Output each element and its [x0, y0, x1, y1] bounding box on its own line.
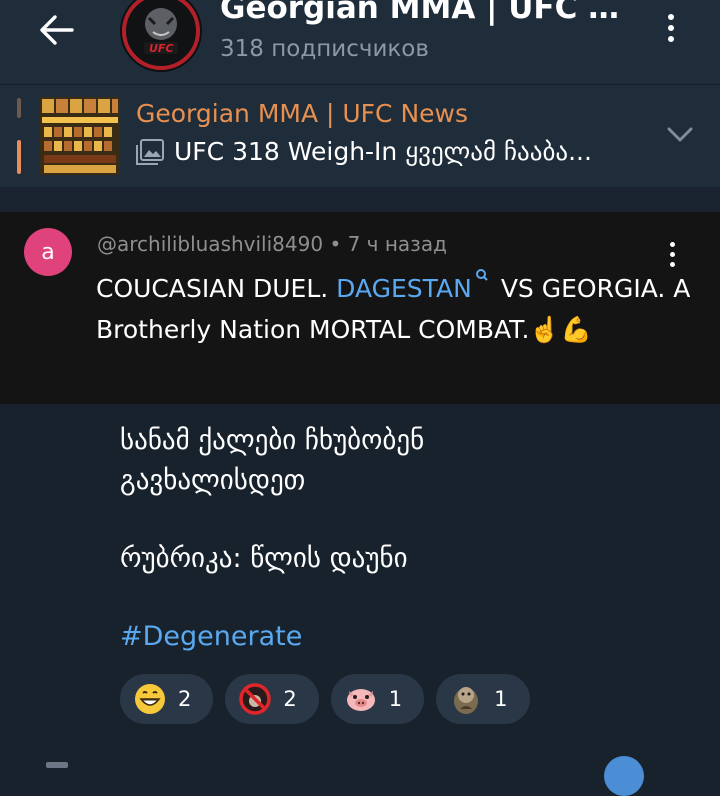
pinned-text: UFC 318 Weigh-In ყველამ ჩააბა...: [136, 137, 636, 166]
kebab-dot-icon: [668, 14, 674, 20]
reaction-count: 2: [283, 687, 297, 711]
reaction-count: 2: [178, 687, 192, 711]
channel-logo-icon: [121, 0, 201, 71]
meta-separator: •: [329, 232, 348, 256]
kebab-dot-icon: [669, 241, 675, 247]
subscriber-count: 318 подписчиков: [220, 36, 429, 62]
reaction-count: 1: [388, 687, 403, 711]
reaction-no-sign[interactable]: 2: [225, 674, 319, 724]
post-line-1: სანამ ქალები ჩხუბობენ: [120, 425, 425, 456]
kebab-dot-icon: [669, 251, 675, 257]
comment-options-button[interactable]: [658, 236, 686, 272]
comment-text-part1: COUCASIAN DUEL.: [96, 274, 329, 303]
pinned-message-bar[interactable]: Georgian MMA | UFC News UFC 318 Weigh-In…: [0, 85, 720, 188]
back-arrow-icon: [40, 15, 74, 45]
fight-card-image-icon: [40, 97, 120, 175]
reaction-count: 1: [494, 687, 508, 711]
chevron-down-icon: [667, 127, 693, 142]
comment-block: a @archilibluashvili8490 • 7 ч назад COU…: [0, 212, 720, 404]
post-hashtag[interactable]: #Degenerate: [120, 617, 680, 657]
comment-link-label[interactable]: DAGESTAN: [336, 274, 472, 303]
comment-author[interactable]: @archilibluashvili8490: [97, 232, 323, 256]
search-icon: [475, 269, 488, 281]
bottom-bar-peek: [0, 752, 720, 796]
kebab-dot-icon: [669, 261, 675, 267]
pinned-indicator-active: [17, 140, 21, 174]
comment-search-link[interactable]: DAGESTAN: [336, 269, 501, 303]
more-options-button[interactable]: [656, 6, 686, 50]
pinned-text-label: UFC 318 Weigh-In ყველამ ჩააბა...: [174, 137, 592, 166]
reactions-row: 2 2 1 1: [120, 674, 530, 724]
channel-title[interactable]: Georgian MMA | UFC N...: [220, 0, 640, 26]
commenter-avatar[interactable]: a: [24, 228, 72, 276]
pig-face-icon: [346, 689, 375, 711]
kebab-dot-icon: [668, 25, 674, 31]
grinning-face-icon: [135, 684, 165, 714]
post-line-2: გავხალისდეთ: [120, 465, 306, 496]
comment-time: 7 ч назад: [347, 232, 447, 256]
sticker-icon: [454, 687, 479, 714]
post-line-3: რუბრიკა: წლის დაუნი: [120, 543, 408, 574]
avatar-logo-text: UFC: [149, 42, 174, 55]
pinned-thumbnail: [40, 97, 120, 175]
back-button[interactable]: [34, 10, 78, 50]
comment-text: COUCASIAN DUEL. DAGESTAN VS GEORGIA. A Br…: [96, 268, 696, 350]
pinned-indicator-inactive: [17, 98, 21, 118]
reaction-sticker[interactable]: 1: [436, 674, 530, 724]
reaction-pig[interactable]: 1: [330, 674, 425, 724]
comment-meta: @archilibluashvili8490 • 7 ч назад: [97, 232, 447, 256]
reaction-grinning[interactable]: 2: [120, 674, 214, 724]
channel-avatar[interactable]: UFC: [120, 0, 202, 72]
image-icon: [136, 138, 164, 165]
scroll-down-button[interactable]: [604, 756, 644, 796]
no-sign-icon: [239, 683, 272, 715]
content-divider: [0, 187, 720, 211]
kebab-dot-icon: [668, 36, 674, 42]
expand-pinned-button[interactable]: [664, 121, 696, 149]
channel-header: UFC Georgian MMA | UFC N... 318 подписчи…: [0, 0, 720, 85]
pinned-title: Georgian MMA | UFC News: [136, 99, 469, 128]
partial-icon: [46, 762, 68, 768]
